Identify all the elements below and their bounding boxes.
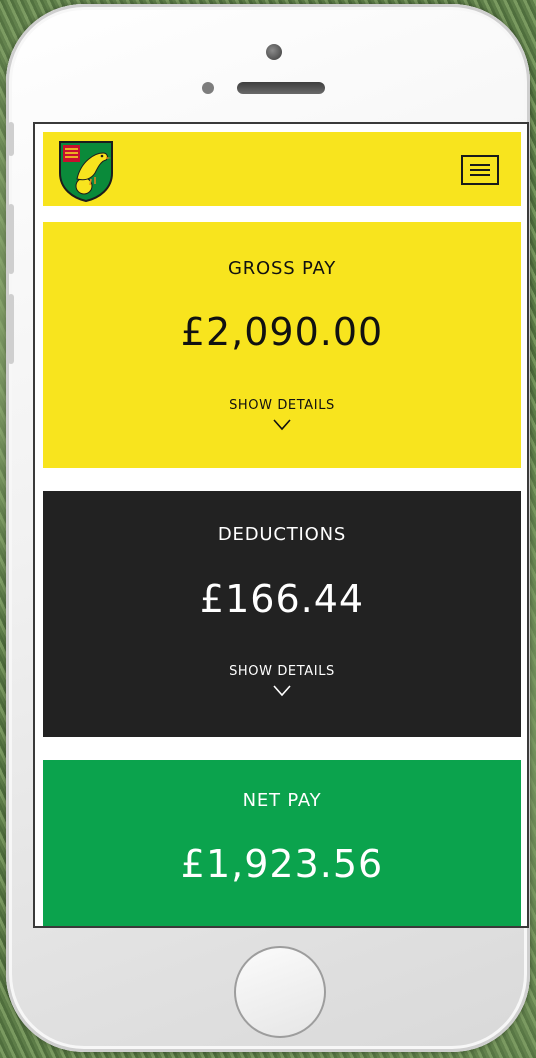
- chevron-down-icon: [273, 685, 291, 697]
- hamburger-menu-icon[interactable]: [461, 155, 499, 185]
- chevron-down-icon: [273, 419, 291, 431]
- gross-pay-amount: £2,090.00: [180, 310, 384, 354]
- deductions-amount: £166.44: [199, 577, 365, 621]
- net-pay-card: NET PAY £1,923.56: [43, 760, 521, 926]
- phone-screen: GROSS PAY £2,090.00 SHOW DETAILS DEDUCTI…: [33, 122, 529, 928]
- volume-down-button: [8, 294, 14, 364]
- deductions-card: DEDUCTIONS £166.44 SHOW DETAILS: [43, 491, 521, 737]
- gross-show-details-button[interactable]: SHOW DETAILS: [43, 398, 521, 431]
- earpiece-speaker: [237, 82, 325, 94]
- club-crest-icon[interactable]: [57, 139, 115, 203]
- front-camera: [266, 44, 282, 60]
- gross-pay-title: GROSS PAY: [227, 258, 336, 279]
- mute-switch: [8, 122, 14, 156]
- home-button[interactable]: [234, 946, 326, 1038]
- deductions-show-details-label: SHOW DETAILS: [229, 664, 335, 679]
- app-header: [43, 132, 521, 206]
- deductions-show-details-button[interactable]: SHOW DETAILS: [43, 664, 521, 697]
- net-pay-title: NET PAY: [242, 790, 322, 811]
- proximity-sensor: [202, 82, 214, 94]
- gross-show-details-label: SHOW DETAILS: [229, 398, 335, 413]
- gross-pay-card: GROSS PAY £2,090.00 SHOW DETAILS: [43, 222, 521, 468]
- deductions-title: DEDUCTIONS: [217, 524, 347, 545]
- phone-frame: GROSS PAY £2,090.00 SHOW DETAILS DEDUCTI…: [6, 4, 530, 1052]
- volume-up-button: [8, 204, 14, 274]
- net-pay-amount: £1,923.56: [180, 842, 384, 886]
